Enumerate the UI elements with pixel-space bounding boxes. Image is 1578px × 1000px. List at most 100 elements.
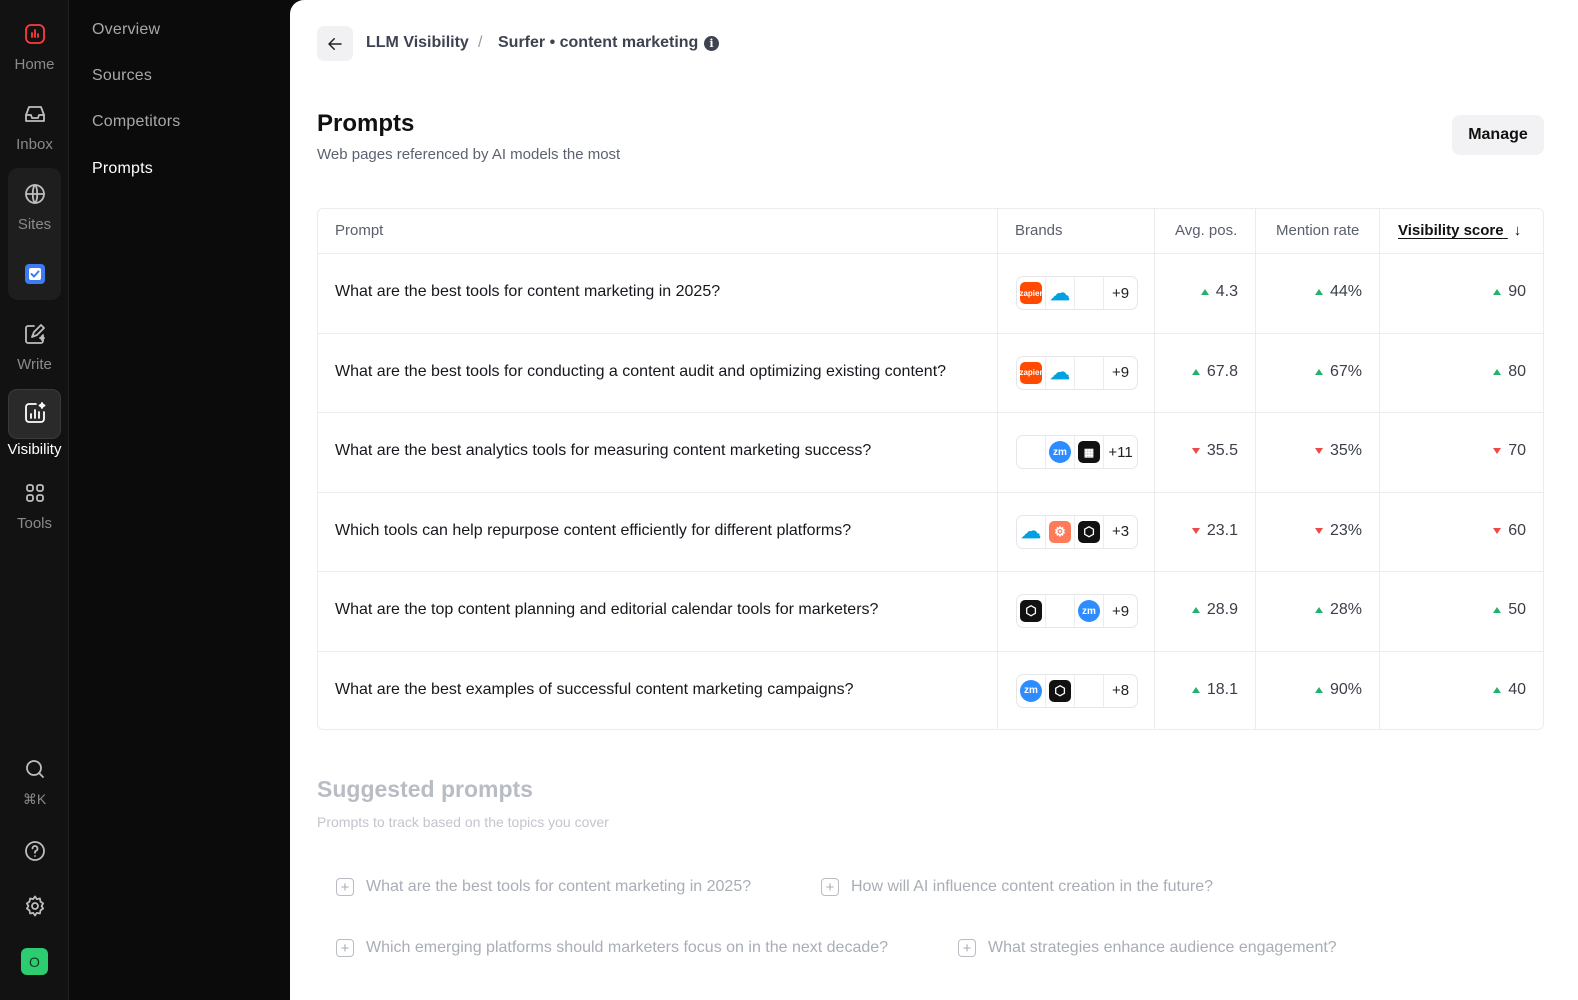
visibility-score-cell: 60 — [1382, 522, 1526, 540]
trend-up-icon — [1493, 368, 1502, 375]
brand-logo: ⚙ — [1046, 515, 1075, 548]
rail-search[interactable]: ⌘K — [0, 755, 69, 808]
rail-help[interactable] — [0, 837, 69, 873]
column-header-avg-pos[interactable]: Avg. pos. — [1175, 222, 1237, 239]
checkbox-app-icon — [21, 260, 49, 288]
trend-up-icon — [1314, 289, 1323, 295]
suggested-prompt-text: What strategies enhance audience engagem… — [988, 939, 1337, 956]
visibility-score-value: 70 — [1508, 442, 1526, 459]
suggested-prompt-1[interactable]: + What are the best tools for content ma… — [336, 878, 751, 896]
search-icon — [21, 755, 49, 783]
subnav-item-prompts[interactable]: Prompts — [92, 160, 153, 178]
brands-stack[interactable]: zm ⬡ +8 — [1016, 673, 1138, 708]
prompt-text[interactable]: What are the best tools for conducting a… — [335, 363, 946, 381]
plus-square-icon: + — [336, 878, 354, 896]
trend-up-icon — [1191, 368, 1200, 375]
edit-sparkle-icon — [21, 320, 49, 348]
rail-sites-label: Sites — [17, 216, 52, 233]
trend-up-icon — [1314, 686, 1323, 693]
prompt-text[interactable]: What are the best analytics tools for me… — [335, 442, 871, 460]
rail-inbox[interactable]: Inbox — [0, 100, 69, 153]
rail-settings[interactable] — [0, 892, 69, 928]
visibility-score-cell: 90 — [1382, 283, 1526, 301]
plus-square-icon: + — [336, 939, 354, 957]
brands-stack[interactable]: ☁ ⚙ ⬡ +3 — [1016, 514, 1138, 549]
table-row[interactable]: What are the best tools for content mark… — [318, 253, 1543, 332]
prompt-text[interactable]: What are the best examples of successful… — [335, 681, 853, 699]
table-row[interactable]: What are the top content planning and ed… — [318, 571, 1543, 650]
column-header-prompt[interactable]: Prompt — [335, 222, 383, 239]
rail-sites[interactable]: Sites — [0, 180, 69, 233]
trend-up-icon — [1191, 686, 1200, 693]
brands-stack[interactable]: zapier ☁ +9 — [1016, 355, 1138, 390]
subnav-item-sources[interactable]: Sources — [92, 67, 152, 85]
subnav-item-competitors[interactable]: Competitors — [92, 113, 180, 131]
prompts-table: Prompt Brands Avg. pos. Mention rate Vis… — [317, 208, 1544, 730]
table-row[interactable]: What are the best analytics tools for me… — [318, 412, 1543, 491]
brand-logo — [1046, 595, 1075, 627]
brands-more-count: +3 — [1111, 523, 1130, 540]
trend-down-icon — [1191, 527, 1200, 534]
cube-logo-icon: ⬡ — [1049, 679, 1071, 702]
brand-logo: ⬡ — [1046, 674, 1075, 707]
avg-pos-value: 28.9 — [1206, 601, 1238, 618]
avatar[interactable]: O — [21, 948, 48, 975]
salesforce-logo-icon: ☁ — [1050, 282, 1070, 305]
logo-icon — [21, 20, 49, 48]
breadcrumb-parent[interactable]: LLM Visibility — [366, 34, 469, 52]
rail-site-favicon[interactable] — [0, 260, 69, 296]
apple-logo-icon — [1078, 680, 1100, 702]
intercom-logo-icon: ▦ — [1078, 441, 1100, 463]
suggested-prompt-2[interactable]: + How will AI influence content creation… — [821, 878, 1213, 896]
back-button[interactable] — [317, 26, 353, 61]
zoom-logo-icon: zm — [1020, 679, 1042, 702]
trend-up-icon — [1191, 607, 1200, 613]
mention-rate-value: 28% — [1329, 601, 1362, 618]
visibility-score-cell: 70 — [1382, 442, 1526, 460]
mention-rate-value: 67% — [1329, 362, 1362, 380]
hubspot-logo-icon: ⚙ — [1049, 520, 1071, 543]
info-icon[interactable]: i — [704, 36, 719, 51]
table-row[interactable]: What are the best tools for conducting a… — [318, 332, 1543, 412]
brands-more-count: +11 — [1108, 443, 1133, 461]
manage-button[interactable]: Manage — [1452, 115, 1544, 155]
brands-more-count: +8 — [1111, 682, 1130, 699]
brand-logo: zm — [1046, 436, 1075, 468]
brand-logo — [1075, 277, 1104, 309]
brands-stack[interactable]: zapier ☁ +9 — [1016, 276, 1138, 310]
table-row[interactable]: Which tools can help repurpose content e… — [318, 491, 1543, 571]
brand-logo: zapier — [1017, 356, 1046, 389]
rail-tools[interactable]: Tools — [0, 479, 69, 532]
brand-logo: zapier — [1017, 277, 1046, 309]
suggested-prompt-text: Which emerging platforms should marketer… — [366, 939, 889, 956]
chart-sparkle-icon — [21, 399, 49, 427]
column-header-visibility-score[interactable]: Visibility score ↓ — [1398, 222, 1521, 239]
subnav-item-overview[interactable]: Overview — [92, 21, 160, 39]
suggested-prompt-4[interactable]: + What strategies enhance audience engag… — [958, 939, 1337, 957]
trend-up-icon — [1200, 289, 1209, 295]
rail-home[interactable]: Home — [0, 20, 69, 73]
brands-stack[interactable]: ⬡ zm +9 — [1016, 594, 1138, 628]
rail-write[interactable]: Write — [0, 320, 69, 373]
suggested-prompt-3[interactable]: + Which emerging platforms should market… — [336, 939, 888, 957]
sort-down-icon: ↓ — [1513, 222, 1522, 239]
brand-logo: zm — [1017, 674, 1046, 707]
apple-logo-icon — [1078, 282, 1100, 304]
table-row[interactable]: What are the best examples of successful… — [318, 650, 1543, 730]
column-header-brands[interactable]: Brands — [1015, 222, 1063, 239]
mention-rate-value: 23% — [1329, 521, 1362, 539]
prompt-text[interactable]: Which tools can help repurpose content e… — [335, 522, 851, 540]
prompt-text[interactable]: What are the top content planning and ed… — [335, 601, 878, 619]
mention-rate-cell: 90% — [1258, 681, 1362, 699]
prompt-text[interactable]: What are the best tools for content mark… — [335, 283, 720, 301]
rail-visibility[interactable]: Visibility — [0, 399, 69, 458]
brands-stack[interactable]: zm ▦ +11 — [1016, 435, 1138, 469]
brand-logo — [1075, 674, 1104, 707]
visibility-score-cell: 80 — [1382, 363, 1526, 381]
zoom-logo-icon: zm — [1049, 441, 1071, 463]
visibility-score-cell: 50 — [1382, 601, 1526, 619]
rail-home-label: Home — [14, 56, 55, 73]
cube-logo-icon: ⬡ — [1078, 520, 1100, 543]
mention-rate-value: 90% — [1329, 680, 1362, 698]
column-header-mention-rate[interactable]: Mention rate — [1276, 222, 1359, 239]
